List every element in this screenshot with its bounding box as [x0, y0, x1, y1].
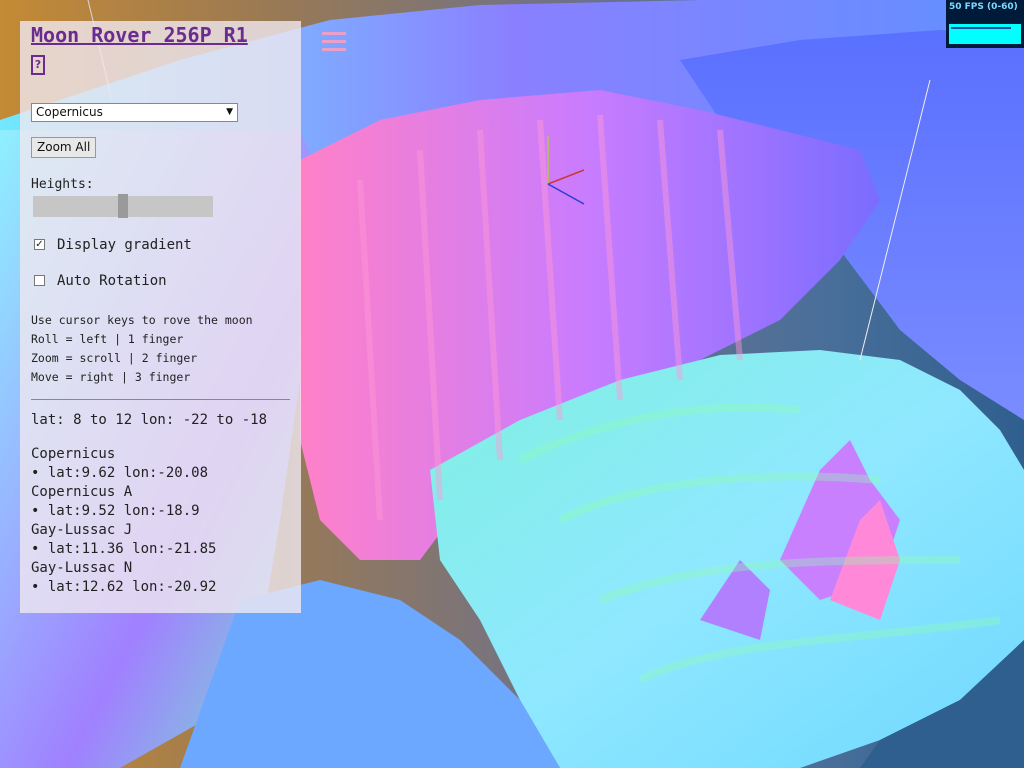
divider: [31, 399, 290, 400]
crater-select-value: Copernicus: [36, 105, 103, 119]
crater-select[interactable]: Copernicus ▼: [31, 103, 238, 122]
help-icon[interactable]: ?: [31, 55, 45, 75]
instruction-line: Use cursor keys to rove the moon: [31, 313, 253, 327]
instruction-line: Roll = left | 1 finger: [31, 332, 184, 346]
feature-name[interactable]: Gay-Lussac J: [31, 521, 216, 540]
display-gradient-row[interactable]: ✓ Display gradient: [34, 237, 192, 253]
auto-rotation-row[interactable]: Auto Rotation: [34, 273, 167, 289]
lat-lon-range: lat: 8 to 12 lon: -22 to -18: [31, 412, 268, 428]
control-panel: Moon Rover 256P R1 ? Copernicus ▼ Zoom A…: [20, 21, 301, 613]
hamburger-menu-icon[interactable]: [322, 32, 346, 52]
instruction-line: Move = right | 3 finger: [31, 370, 191, 384]
feature-name[interactable]: Gay-Lussac N: [31, 559, 216, 578]
display-gradient-label: Display gradient: [57, 237, 192, 253]
zoom-all-button[interactable]: Zoom All: [31, 137, 97, 158]
feature-name[interactable]: Copernicus A: [31, 483, 216, 502]
heights-slider-thumb[interactable]: [118, 194, 128, 218]
fps-stats-widget[interactable]: 50 FPS (0-60): [946, 0, 1024, 48]
auto-rotation-label: Auto Rotation: [57, 273, 167, 289]
feature-name[interactable]: Copernicus: [31, 445, 216, 464]
instructions: Use cursor keys to rove the moon Roll = …: [31, 311, 253, 387]
fps-readout: 50 FPS (0-60): [949, 2, 1018, 12]
app-title[interactable]: Moon Rover 256P R1: [31, 23, 248, 47]
feature-coords: • lat:12.62 lon:-20.92: [31, 579, 217, 595]
feature-coords: • lat:9.62 lon:-20.08: [31, 465, 209, 481]
heights-slider[interactable]: [33, 194, 213, 218]
heights-label: Heights:: [31, 177, 94, 192]
feature-list: Copernicus • lat:9.62 lon:-20.08 Coperni…: [31, 445, 216, 597]
dropdown-arrow-icon: ▼: [226, 107, 233, 117]
instruction-line: Zoom = scroll | 2 finger: [31, 351, 198, 365]
auto-rotation-checkbox[interactable]: [34, 274, 45, 286]
display-gradient-checkbox[interactable]: ✓: [34, 238, 45, 250]
feature-coords: • lat:9.52 lon:-18.9: [31, 503, 200, 519]
moon-3d-viewport[interactable]: 50 FPS (0-60) Moon Rover 256P R1 ? Coper…: [0, 0, 1024, 768]
fps-graph: [949, 24, 1021, 44]
feature-coords: • lat:11.36 lon:-21.85: [31, 541, 217, 557]
